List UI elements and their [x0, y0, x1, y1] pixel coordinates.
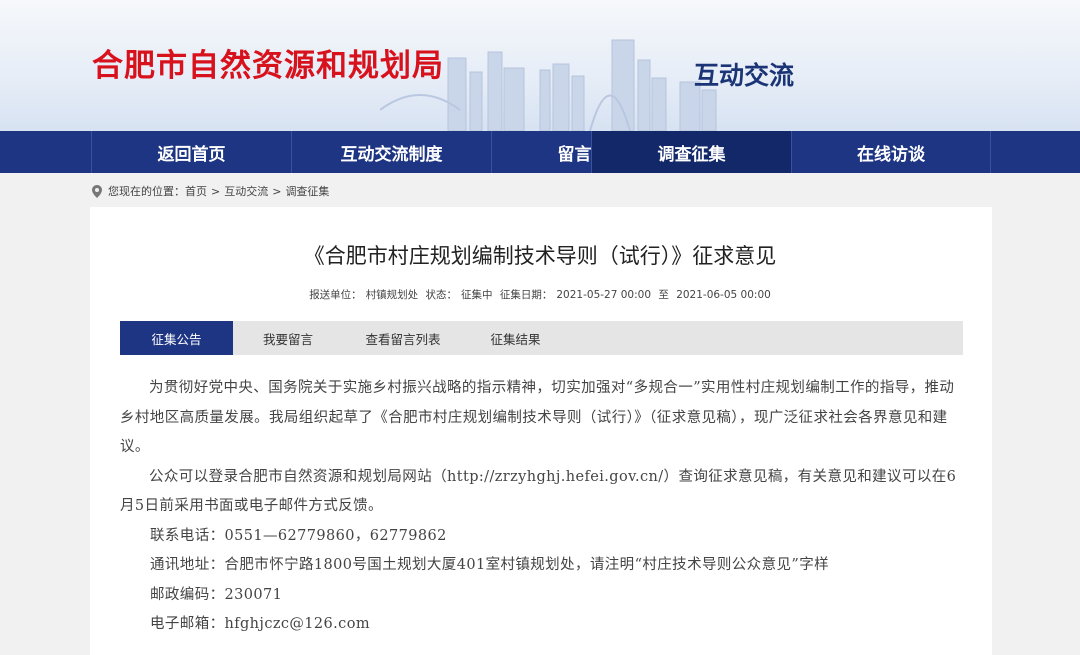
article-meta: 报送单位： 村镇规划处 状态： 征集中 征集日期： 2021-05-27 00:00 …	[0, 287, 1080, 302]
contact-phone: 联系电话：0551—62779860，62779862	[150, 527, 447, 544]
status-label: 状态：	[425, 289, 458, 301]
status-value: 征集中	[461, 289, 493, 301]
nav-item-interaction-rules[interactable]: 互动交流制度	[291, 131, 491, 173]
section-title: 互动交流	[694, 61, 795, 90]
tab-message-list[interactable]: 查看留言列表	[343, 321, 463, 355]
header-banner: 合肥市自然资源和规划局 互动交流	[0, 0, 1080, 131]
date-label: 征集日期：	[499, 289, 553, 301]
location-pin-icon	[92, 184, 102, 198]
end-date: 2021-06-05 00:00	[676, 289, 771, 301]
unit-label: 报送单位：	[309, 289, 362, 301]
breadcrumb-interaction-link[interactable]: 互动交流	[224, 183, 268, 199]
site-title: 合肥市自然资源和规划局	[92, 48, 444, 84]
nav-item-online-interview[interactable]: 在线访谈	[791, 131, 991, 173]
announcement-body: 为贯彻好党中央、国务院关于实施乡村振兴战略的指示精神，切实加强对“多规合一”实用…	[120, 374, 965, 640]
main-nav: 返回首页 互动交流制度 留言选登 调查征集 在线访谈	[0, 131, 1080, 173]
breadcrumb-separator: >	[272, 184, 282, 198]
start-date: 2021-05-27 00:00	[556, 289, 651, 301]
nav-item-survey[interactable]: 调查征集	[591, 131, 791, 173]
nav-item-home[interactable]: 返回首页	[91, 131, 291, 173]
tab-results[interactable]: 征集结果	[463, 321, 568, 355]
contact-postcode: 邮政编码：230071	[150, 586, 283, 603]
unit-value: 村镇规划处	[365, 289, 419, 301]
paragraph-intro: 为贯彻好党中央、国务院关于实施乡村振兴战略的指示精神，切实加强对“多规合一”实用…	[120, 380, 955, 455]
article-title: 《合肥市村庄规划编制技术导则（试行）》征求意见	[303, 244, 777, 268]
contact-address: 通讯地址：合肥市怀宁路1800号国土规划大厦401室村镇规划处，请注明“村庄技术…	[150, 557, 829, 573]
tab-leave-message[interactable]: 我要留言	[233, 321, 343, 355]
breadcrumb-separator: >	[211, 184, 221, 198]
contact-email: 电子邮箱：hfghjczc@126.com	[150, 616, 370, 632]
paragraph-feedback: 公众可以登录合肥市自然资源和规划局网站（http://zrzyhghj.hefe…	[120, 468, 957, 515]
breadcrumb-prefix: 您现在的位置：	[108, 185, 185, 198]
tab-announcement[interactable]: 征集公告	[120, 321, 233, 355]
tab-bar: 征集公告 我要留言 查看留言列表 征集结果	[120, 321, 963, 355]
breadcrumb-home-link[interactable]: 首页	[185, 183, 207, 199]
breadcrumb-survey-link[interactable]: 调查征集	[285, 183, 329, 199]
breadcrumb: 您现在的位置： 首页 > 互动交流 > 调查征集	[92, 183, 329, 199]
date-to: 至	[658, 289, 669, 301]
